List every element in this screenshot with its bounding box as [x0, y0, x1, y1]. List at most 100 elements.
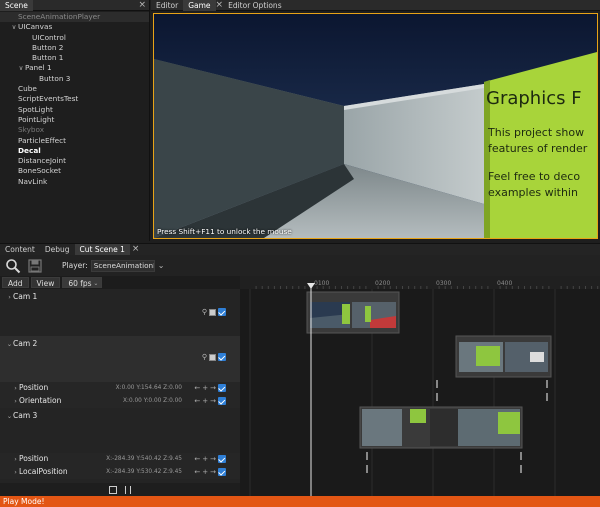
sign-line-3: features of render: [488, 142, 588, 155]
tree-item[interactable]: PointLight: [0, 115, 149, 125]
tab-editor-options[interactable]: Editor Options: [223, 0, 287, 11]
enabled-checkbox[interactable]: [218, 308, 226, 316]
next-keyframe-icon[interactable]: →: [210, 397, 216, 405]
clip-cam-2[interactable]: [455, 335, 552, 378]
chevron-down-icon[interactable]: ⌄: [6, 412, 13, 420]
track-cam-2[interactable]: ⌄Cam 2 ⚲: [0, 336, 240, 382]
tree-item[interactable]: ∨ UICanvas: [0, 22, 149, 32]
clip-cam-1[interactable]: [306, 291, 400, 334]
tab-editor[interactable]: Editor: [151, 0, 183, 11]
track-cam-3[interactable]: ⌄Cam 3: [0, 408, 240, 453]
chevron-right-icon[interactable]: ›: [12, 468, 19, 476]
tree-item-label: Skybox: [18, 125, 45, 135]
tree-item[interactable]: SceneAnimationPlayer: [0, 12, 149, 23]
tree-item[interactable]: ∨ Panel 1: [0, 63, 149, 73]
game-scene-render: Graphics F This project show features of…: [154, 14, 597, 238]
track-cam-1[interactable]: › Cam 1 ⚲: [0, 289, 240, 336]
tree-item[interactable]: Button 1: [0, 53, 149, 63]
tree-item[interactable]: BoneSocket: [0, 166, 149, 176]
fps-dropdown[interactable]: 60 fps ⌄: [62, 277, 103, 288]
chevron-right-icon[interactable]: ›: [12, 397, 19, 405]
tree-item-label: Button 2: [32, 42, 64, 52]
player-field[interactable]: SceneAnimationPlayer: [90, 259, 155, 272]
tree-item[interactable]: UIControl: [0, 33, 149, 43]
enabled-checkbox[interactable]: [218, 384, 226, 392]
search-icon[interactable]: [4, 257, 22, 275]
tree-item[interactable]: Decal: [0, 146, 149, 156]
add-keyframe-icon[interactable]: +: [202, 468, 208, 476]
add-keyframe-icon[interactable]: +: [202, 397, 208, 405]
tree-item[interactable]: SpotLight: [0, 105, 149, 115]
keyframe[interactable]: [436, 393, 438, 401]
tab-game[interactable]: Game: [183, 0, 216, 11]
bottom-tabstrip: Content Debug Cut Scene 1 ×: [0, 243, 600, 256]
tree-item-label: Cube: [18, 84, 37, 94]
next-keyframe-icon[interactable]: →: [210, 455, 216, 463]
next-keyframe-icon[interactable]: →: [210, 468, 216, 476]
keyframe[interactable]: [546, 380, 548, 388]
tree-item[interactable]: Cube: [0, 84, 149, 94]
add-track-button[interactable]: Add: [2, 277, 29, 288]
chevron-down-icon[interactable]: ⌄: [6, 340, 13, 348]
track-cam-2-orientation[interactable]: › Orientation X:0.00 Y:0.00 Z:0.00 ← + →: [0, 395, 240, 408]
track-title: Orientation: [19, 396, 62, 405]
track-cam-3-localposition[interactable]: › LocalPosition X:-284.39 Y:530.42 Z:9.45…: [0, 466, 240, 479]
game-viewport[interactable]: Graphics F This project show features of…: [153, 13, 598, 239]
scene-tabstrip: Scene ×: [0, 0, 149, 11]
keyframe[interactable]: [436, 380, 438, 388]
enabled-checkbox[interactable]: [218, 397, 226, 405]
chevron-right-icon[interactable]: ›: [12, 455, 19, 463]
timeline[interactable]: 0100 0200 0300 0400: [240, 276, 600, 496]
chevron-down-icon[interactable]: ∨: [17, 63, 25, 73]
tree-item[interactable]: DistanceJoint: [0, 156, 149, 166]
track-title: Cam 1: [13, 292, 38, 301]
pause-icon[interactable]: [125, 485, 131, 494]
ruler-label: 0200: [375, 280, 390, 287]
tree-item[interactable]: Button 2: [0, 43, 149, 53]
sign-line-2: This project show: [487, 126, 584, 139]
tree-item-label: UICanvas: [18, 22, 53, 32]
add-keyframe-icon[interactable]: +: [202, 455, 208, 463]
view-button[interactable]: View: [30, 277, 61, 288]
keyframe[interactable]: [520, 465, 522, 473]
close-icon[interactable]: ×: [132, 244, 140, 255]
tree-item[interactable]: ScriptEventsTest: [0, 94, 149, 104]
stop-icon[interactable]: [109, 485, 117, 494]
keyframe[interactable]: [520, 452, 522, 460]
search-icon[interactable]: ⚲: [202, 308, 207, 316]
close-icon[interactable]: ×: [138, 0, 146, 10]
chevron-down-icon[interactable]: ⌄: [158, 261, 165, 270]
clip-cam-3[interactable]: [359, 406, 523, 449]
keyframe[interactable]: [546, 393, 548, 401]
next-keyframe-icon[interactable]: →: [210, 384, 216, 392]
enabled-checkbox[interactable]: [218, 455, 226, 463]
unlock-mouse-hint: Press Shift+F11 to unlock the mouse: [157, 227, 292, 236]
tab-scene[interactable]: Scene: [0, 0, 33, 11]
add-keyframe-icon[interactable]: [209, 308, 216, 316]
tree-item[interactable]: ParticleEffect: [0, 136, 149, 146]
enabled-checkbox[interactable]: [218, 353, 226, 361]
chevron-right-icon[interactable]: ›: [6, 293, 13, 301]
chevron-down-icon[interactable]: ∨: [10, 22, 18, 32]
close-icon[interactable]: ×: [216, 0, 224, 10]
track-value: X:-284.39 Y:530.42 Z:9.45: [106, 469, 182, 475]
prev-keyframe-icon[interactable]: ←: [194, 468, 200, 476]
tree-item[interactable]: Button 3: [0, 74, 149, 84]
tree-item[interactable]: NavLink: [0, 177, 149, 187]
tree-item[interactable]: Skybox: [0, 125, 149, 135]
prev-keyframe-icon[interactable]: ←: [194, 455, 200, 463]
chevron-right-icon[interactable]: ›: [12, 384, 19, 392]
keyframe[interactable]: [366, 465, 368, 473]
enabled-checkbox[interactable]: [218, 468, 226, 476]
status-bar: Play Mode!: [0, 496, 600, 507]
save-icon[interactable]: [26, 257, 44, 275]
prev-keyframe-icon[interactable]: ←: [194, 397, 200, 405]
prev-keyframe-icon[interactable]: ←: [194, 384, 200, 392]
keyframe[interactable]: [366, 452, 368, 460]
track-cam-3-position[interactable]: › Position X:-284.39 Y:540.42 Z:9.45 ← + …: [0, 453, 240, 466]
tree-item-label: Button 3: [39, 73, 71, 83]
add-keyframe-icon[interactable]: +: [202, 384, 208, 392]
add-keyframe-icon[interactable]: [209, 353, 216, 361]
track-cam-2-position[interactable]: › Position X:0.00 Y:154.64 Z:0.00 ← + →: [0, 382, 240, 395]
search-icon[interactable]: ⚲: [202, 353, 207, 361]
